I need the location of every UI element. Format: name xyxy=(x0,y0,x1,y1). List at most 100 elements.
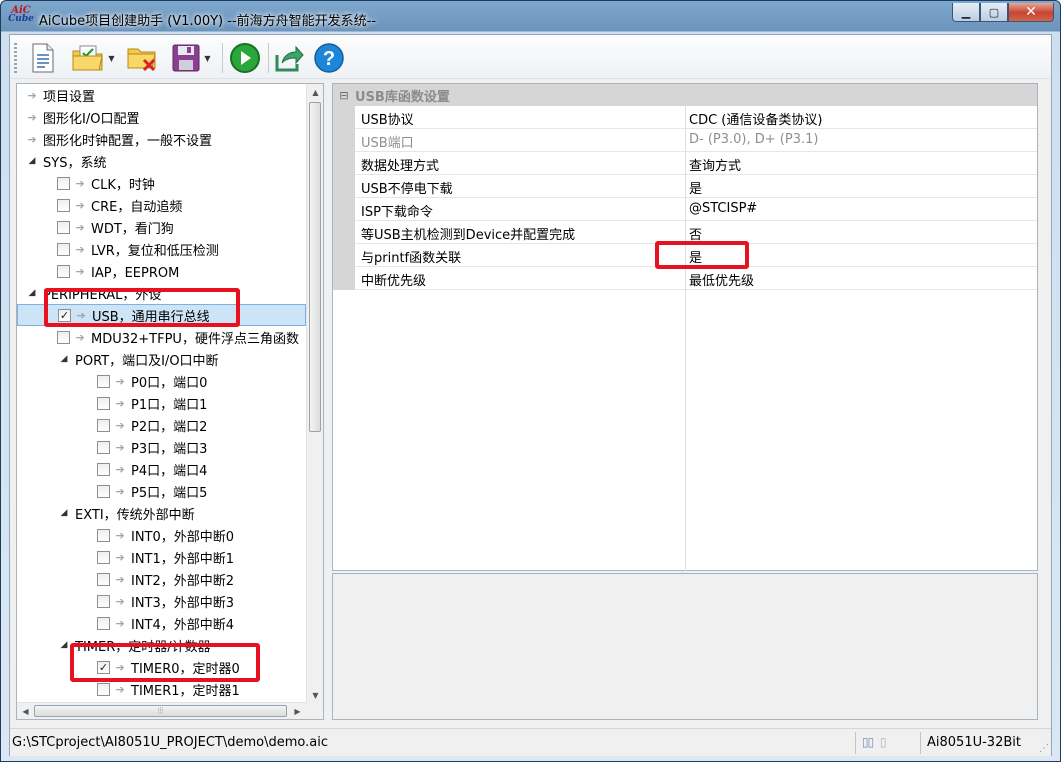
help-button[interactable]: ? xyxy=(312,41,346,75)
tree-item[interactable]: ➔ INT3，外部中断3 xyxy=(17,590,306,612)
expand-toggle-icon[interactable]: ◢ xyxy=(25,288,39,298)
property-value[interactable]: CDC (通信设备类协议) xyxy=(689,109,822,128)
arrow-right-icon: ➔ xyxy=(115,528,125,542)
expand-toggle-icon[interactable]: ◢ xyxy=(25,156,39,166)
scroll-right-icon[interactable]: ▶ xyxy=(289,703,306,720)
tree-horizontal-scrollbar[interactable]: ◀ ⦙⦙⦙ ▶ xyxy=(17,702,306,719)
tree-item-checkbox[interactable] xyxy=(57,176,70,190)
tree-item-label: EXTI，传统外部中断 xyxy=(75,507,195,523)
tree-item[interactable]: ➔ INT2，外部中断2 xyxy=(17,568,306,590)
property-row[interactable]: USB端口 D- (P3.0), D+ (P3.1) xyxy=(333,129,1037,152)
tree-item-checkbox[interactable] xyxy=(97,594,110,608)
tree-item[interactable]: ➔ WDT，看门狗 xyxy=(17,216,306,238)
property-value[interactable]: 是 xyxy=(689,247,702,266)
run-button[interactable] xyxy=(228,41,262,75)
property-value[interactable]: 最低优先级 xyxy=(689,270,754,289)
property-row[interactable]: 与printf函数关联 是 xyxy=(333,244,1037,267)
property-row[interactable]: 中断优先级 最低优先级 xyxy=(333,267,1037,290)
chevron-down-icon[interactable]: ▼ xyxy=(108,54,114,63)
scroll-up-icon[interactable]: ▲ xyxy=(307,84,324,101)
property-category[interactable]: ⊟ USB库函数设置 xyxy=(333,84,1037,106)
tree-item[interactable]: ➔ LVR，复位和低压检测 xyxy=(17,238,306,260)
title-bar[interactable]: AiC Cube AiCube项目创建助手 (V1.00Y) --前海方舟智能开… xyxy=(1,1,1060,35)
tree-item-checkbox[interactable] xyxy=(97,418,110,432)
maximize-button[interactable]: ▢ xyxy=(980,3,1008,22)
tree-item-checkbox[interactable]: ✓ xyxy=(58,308,71,322)
tree-vertical-scrollbar[interactable]: ▲ ▼ xyxy=(306,84,323,704)
minimize-button[interactable]: ▁ xyxy=(952,3,980,22)
tree-item[interactable]: ➔ INT4，外部中断4 xyxy=(17,612,306,634)
tree-item-checkbox[interactable] xyxy=(97,374,110,388)
tree-item[interactable]: ➔ MDU32+TFPU，硬件浮点三角函数 xyxy=(17,326,306,348)
expand-toggle-icon[interactable]: ◢ xyxy=(57,508,71,518)
property-row[interactable]: 等USB主机检测到Device并配置完成 否 xyxy=(333,221,1037,244)
tree-item[interactable]: ➔ INT0，外部中断0 xyxy=(17,524,306,546)
property-row[interactable]: USB不停电下载 是 xyxy=(333,175,1037,198)
tree-item[interactable]: ➔ 图形化I/O口配置 xyxy=(17,106,306,128)
property-value[interactable]: 否 xyxy=(689,224,702,243)
property-name: USB协议 xyxy=(361,113,414,128)
tree-item-checkbox[interactable] xyxy=(97,440,110,454)
tree-item-checkbox[interactable] xyxy=(97,484,110,498)
tree-item-checkbox[interactable] xyxy=(97,682,110,696)
tree-item-checkbox[interactable] xyxy=(97,572,110,586)
tree-item-checkbox[interactable] xyxy=(57,198,70,212)
expand-toggle-icon[interactable]: ◢ xyxy=(57,354,71,364)
tree-item[interactable]: ◢ PORT，端口及I/O口中断 xyxy=(17,348,306,370)
tree-item[interactable]: ➔ 项目设置 xyxy=(17,84,306,106)
resize-grip-icon[interactable]: ⋰ xyxy=(1039,743,1049,754)
property-value[interactable]: D- (P3.0), D+ (P3.1) xyxy=(689,132,818,147)
tree-item[interactable]: ◢ PERIPHERAL，外设 xyxy=(17,282,306,304)
collapse-icon[interactable]: ⊟ xyxy=(333,89,355,102)
property-value[interactable]: @STCISP# xyxy=(689,201,757,216)
tree-item-checkbox[interactable] xyxy=(57,330,70,344)
arrow-right-icon: ➔ xyxy=(27,88,37,102)
save-project-button[interactable]: ▼ xyxy=(166,41,216,75)
tree-item[interactable]: ➔ P1口，端口1 xyxy=(17,392,306,414)
tree-item[interactable]: ✓ ➔ TIMER0，定时器0 xyxy=(17,656,306,678)
scrollbar-thumb[interactable]: ⦙⦙⦙ xyxy=(34,705,287,717)
tree-item[interactable]: ➔ P2口，端口2 xyxy=(17,414,306,436)
close-project-button[interactable] xyxy=(124,41,160,75)
export-icon xyxy=(275,45,304,72)
tree-item-checkbox[interactable] xyxy=(97,528,110,542)
tree-item[interactable]: ➔ P3口，端口3 xyxy=(17,436,306,458)
property-value[interactable]: 查询方式 xyxy=(689,155,741,174)
tree-item-checkbox[interactable] xyxy=(57,264,70,278)
tree-item-checkbox[interactable] xyxy=(57,242,70,256)
tree-item[interactable]: ◢ SYS，系统 xyxy=(17,150,306,172)
open-project-button[interactable]: ▼ xyxy=(68,41,118,75)
toolbar-grip[interactable] xyxy=(14,43,17,73)
tree-item[interactable]: ➔ 图形化时钟配置，一般不设置 xyxy=(17,128,306,150)
tree-item[interactable]: ➔ TIMER1，定时器1 xyxy=(17,678,306,700)
tree-item[interactable]: ➔ IAP，EEPROM xyxy=(17,260,306,282)
tree-item[interactable]: ➔ P0口，端口0 xyxy=(17,370,306,392)
scroll-left-icon[interactable]: ◀ xyxy=(17,703,34,720)
tree-item[interactable]: ➔ CLK，时钟 xyxy=(17,172,306,194)
new-project-button[interactable] xyxy=(26,41,60,75)
tree-item-checkbox[interactable]: ✓ xyxy=(97,660,110,674)
property-row[interactable]: 数据处理方式 查询方式 xyxy=(333,152,1037,175)
tree-item-checkbox[interactable] xyxy=(97,396,110,410)
tree-item-checkbox[interactable] xyxy=(97,616,110,630)
window-controls: ▁ ▢ ✕ xyxy=(952,3,1054,22)
window-title: AiCube项目创建助手 (V1.00Y) --前海方舟智能开发系统-- xyxy=(39,14,377,29)
export-button[interactable] xyxy=(272,41,306,75)
property-value[interactable]: 是 xyxy=(689,178,702,197)
tree-item[interactable]: ✓ ➔ USB，通用串行总线 xyxy=(17,304,306,326)
tree-item[interactable]: ➔ INT1，外部中断1 xyxy=(17,546,306,568)
tree-item-checkbox[interactable] xyxy=(97,550,110,564)
chevron-down-icon[interactable]: ▼ xyxy=(204,54,210,63)
tree-item[interactable]: ◢ TIMER，定时器/计数器 xyxy=(17,634,306,656)
tree-item[interactable]: ➔ P4口，端口4 xyxy=(17,458,306,480)
expand-toggle-icon[interactable]: ◢ xyxy=(57,640,71,650)
close-button[interactable]: ✕ xyxy=(1008,3,1054,22)
property-row[interactable]: USB协议 CDC (通信设备类协议) xyxy=(333,106,1037,129)
tree-item-checkbox[interactable] xyxy=(97,462,110,476)
tree-item-checkbox[interactable] xyxy=(57,220,70,234)
tree-item[interactable]: ➔ P5口，端口5 xyxy=(17,480,306,502)
tree-item[interactable]: ➔ CRE，自动追频 xyxy=(17,194,306,216)
scrollbar-thumb[interactable] xyxy=(309,102,321,432)
property-row[interactable]: ISP下载命令 @STCISP# xyxy=(333,198,1037,221)
tree-item[interactable]: ◢ EXTI，传统外部中断 xyxy=(17,502,306,524)
